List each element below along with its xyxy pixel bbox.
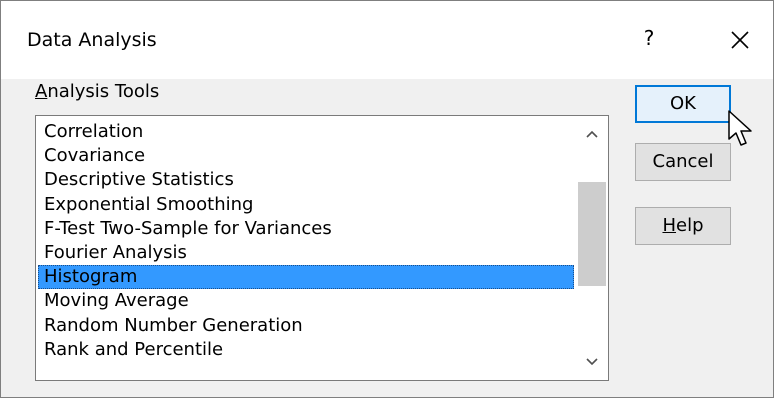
scroll-thumb[interactable] <box>578 182 606 286</box>
vertical-scrollbar[interactable] <box>576 116 608 380</box>
chevron-down-icon <box>586 358 598 366</box>
close-icon <box>731 31 749 49</box>
list-item[interactable]: Rank and Percentile <box>38 338 574 362</box>
list-item[interactable]: F-Test Two-Sample for Variances <box>38 217 574 241</box>
chevron-up-icon <box>586 130 598 138</box>
context-help-button[interactable]: ? <box>635 23 663 53</box>
help-button[interactable]: Help <box>635 207 731 245</box>
help-label-text: elp <box>676 215 704 236</box>
list-item[interactable]: Correlation <box>38 120 574 144</box>
list-item[interactable]: Covariance <box>38 144 574 168</box>
mouse-pointer-icon <box>728 110 752 146</box>
ok-button[interactable]: OK <box>635 85 731 123</box>
analysis-tools-mnemonic: A <box>35 81 48 102</box>
data-analysis-dialog: Data Analysis ? Analysis Tools Correlati… <box>0 0 774 398</box>
list-item[interactable]: Random Number Generation <box>38 314 574 338</box>
list-item[interactable]: Descriptive Statistics <box>38 168 574 192</box>
analysis-tools-label: Analysis Tools <box>35 81 159 102</box>
close-button[interactable] <box>723 23 757 57</box>
dialog-title: Data Analysis <box>27 29 157 51</box>
scroll-up-button[interactable] <box>576 120 608 148</box>
list-item-selected[interactable]: Histogram <box>38 265 574 290</box>
analysis-tools-items: Correlation Covariance Descriptive Stati… <box>38 120 574 362</box>
analysis-tools-list[interactable]: Correlation Covariance Descriptive Stati… <box>35 115 609 381</box>
list-item[interactable]: Moving Average <box>38 289 574 313</box>
scroll-down-button[interactable] <box>576 348 608 376</box>
list-item[interactable]: Exponential Smoothing <box>38 193 574 217</box>
cancel-button[interactable]: Cancel <box>635 143 731 181</box>
help-mnemonic: H <box>662 215 677 236</box>
analysis-tools-label-text: nalysis Tools <box>47 81 160 102</box>
list-item[interactable]: Fourier Analysis <box>38 241 574 265</box>
title-bar: Data Analysis ? <box>1 1 773 79</box>
